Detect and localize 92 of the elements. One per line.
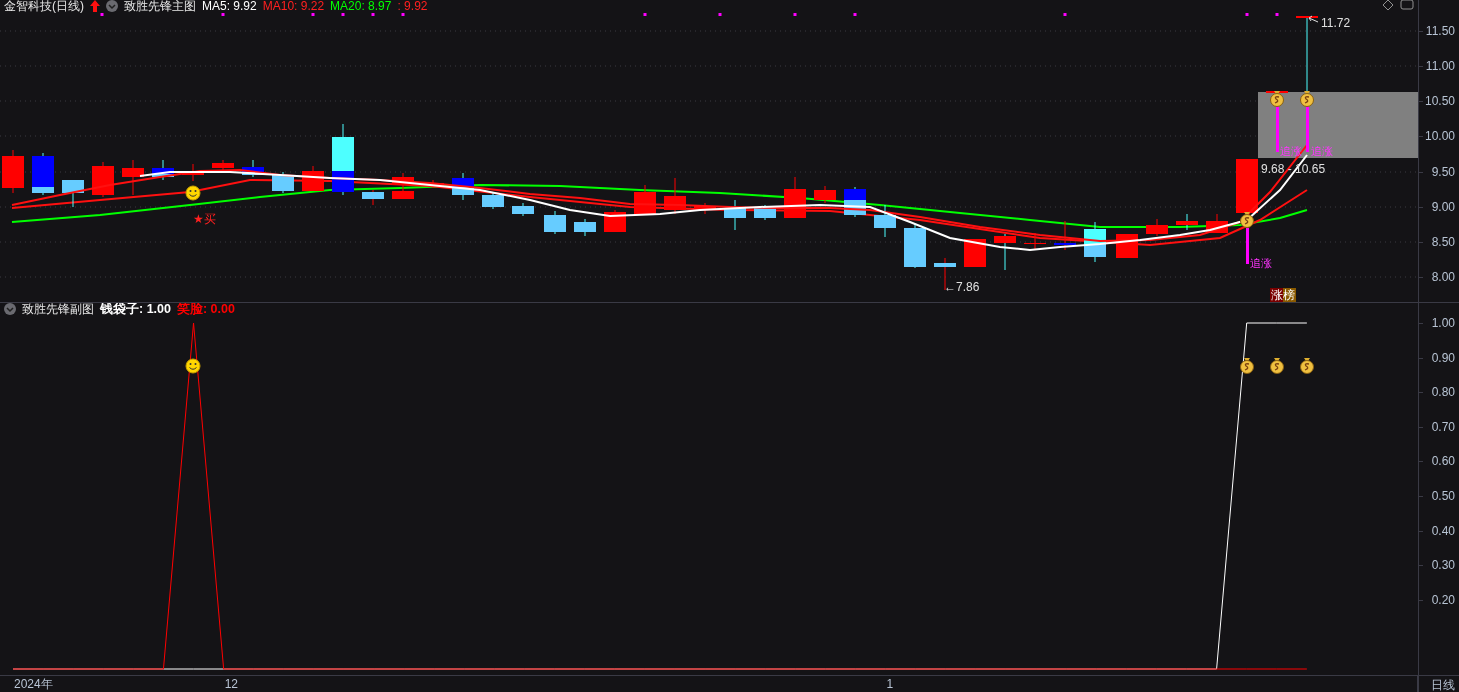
candlestick (302, 165, 324, 192)
candlestick (1024, 232, 1046, 250)
money-bag-icon (1270, 91, 1284, 107)
diamond-icon[interactable] (1382, 0, 1394, 11)
value-tick-label: 0.90 (1431, 350, 1455, 365)
low-price-label: ←7.86 (944, 280, 980, 294)
chase-signal-label: 追涨 (1280, 145, 1302, 157)
value-tick-label: 0.30 (1431, 558, 1455, 573)
candlestick (1206, 213, 1228, 234)
price-tick-label: 10.50 (1424, 94, 1455, 108)
indicator-value: 钱袋子: 1.00 (100, 303, 171, 315)
indicator-name: 致胜先锋副图 (22, 303, 94, 315)
candlestick (664, 177, 686, 215)
value-tick-label: 0.50 (1431, 489, 1455, 503)
money-bag-icon (1300, 358, 1314, 374)
candlestick (844, 186, 866, 218)
price-tick-label: 10.00 (1424, 129, 1455, 143)
price-tick-label: 8.50 (1431, 235, 1455, 249)
value-tick-label: 0.40 (1431, 523, 1455, 538)
stock-title: 金智科技(日线) (4, 0, 84, 12)
value-tick-label: 1.00 (1431, 316, 1455, 330)
date-tick-label: 1 (886, 677, 894, 691)
candlestick (904, 223, 926, 269)
candlestick (182, 163, 204, 182)
value-tick-label: 0.70 (1431, 419, 1455, 434)
money-bag-icon (1270, 358, 1284, 374)
candlestick (1236, 158, 1258, 214)
money-bag-icon (1240, 212, 1254, 228)
candlestick (452, 172, 474, 201)
arrow-icon (1308, 15, 1319, 23)
candlestick (392, 172, 414, 200)
candlestick (242, 159, 264, 178)
candlestick (2, 149, 24, 194)
candlestick (92, 161, 114, 198)
candlestick (784, 176, 806, 219)
signal-bar (1276, 106, 1279, 152)
signal-bar (1306, 106, 1309, 152)
value-tick-label: 0.60 (1431, 454, 1455, 469)
panel-toggle-icon[interactable] (1400, 0, 1414, 10)
price-tick-label: 9.00 (1431, 200, 1455, 214)
high-price-label: 11.72 (1321, 16, 1351, 30)
candlestick (362, 189, 384, 206)
chevron-down-icon[interactable] (106, 0, 118, 12)
candlestick (604, 209, 626, 233)
price-tick-label: 9.50 (1431, 165, 1455, 179)
price-tick-label: 8.00 (1431, 270, 1455, 284)
candlestick (1054, 220, 1076, 251)
date-tick-label: 2024年 (14, 677, 53, 691)
price-tick-label: 11.50 (1425, 24, 1455, 38)
candlestick (482, 192, 504, 210)
candlestick (32, 152, 54, 196)
indicator-value: MA20: 8.97 (330, 0, 392, 12)
candlestick (62, 179, 84, 208)
candlestick (212, 159, 234, 171)
candlestick (724, 199, 746, 231)
candlestick (994, 233, 1016, 271)
candlestick (512, 202, 534, 217)
smiley-icon (185, 358, 201, 374)
chevron-down-icon[interactable] (4, 303, 16, 315)
price-tick-label: 11.00 (1425, 59, 1455, 73)
indicator-name: 致胜先锋主图 (124, 0, 196, 12)
value-tick-label: 0.20 (1431, 592, 1455, 607)
smiley-icon (185, 185, 201, 201)
indicator-value: MA5: 9.92 (202, 0, 257, 12)
money-bag-icon (1300, 91, 1314, 107)
candlestick (694, 202, 716, 215)
candlestick (1146, 218, 1168, 237)
candlestick (1084, 221, 1106, 263)
indicator-value: MA10: 9.22 (262, 0, 325, 12)
candlestick (874, 204, 896, 238)
date-tick-label: 12 (224, 677, 238, 691)
period-label: 日线 (1418, 676, 1455, 692)
candlestick (152, 159, 174, 181)
candlestick (754, 204, 776, 221)
chase-signal-label: 追涨 (1311, 145, 1333, 157)
money-bag-icon (1240, 358, 1254, 374)
candlestick (634, 184, 656, 215)
candlestick (1176, 213, 1198, 231)
value-tick-label: 0.80 (1431, 385, 1455, 400)
candlestick (122, 159, 144, 196)
signal-bar (1246, 228, 1249, 264)
price-range-label: 9.68 - 10.65 (1261, 162, 1326, 176)
candlestick (574, 218, 596, 237)
limit-up-badge: 涨榜 (1270, 288, 1296, 302)
candlestick (964, 238, 986, 268)
chase-signal-label: 追涨 (1250, 257, 1272, 269)
candlestick (544, 210, 566, 235)
indicator-value: : 9.92 (397, 0, 428, 12)
buy-signal-label: ★买 (193, 212, 216, 226)
indicator-value: 笑脸: 0.00 (176, 303, 235, 315)
candlestick (814, 185, 836, 204)
up-arrow-icon (90, 0, 100, 12)
